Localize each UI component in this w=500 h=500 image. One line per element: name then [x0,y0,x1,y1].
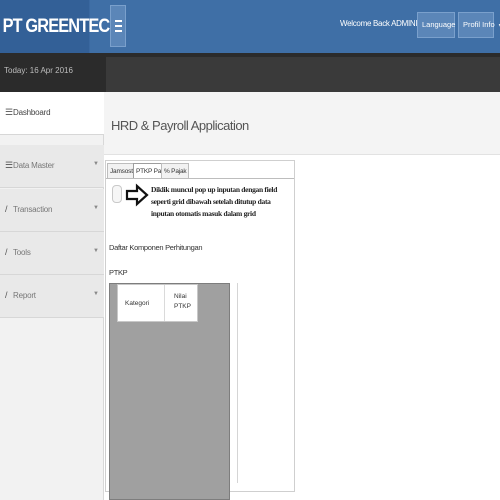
toolbar-strip [106,57,500,92]
section-title: Daftar Komponen Perhitungan [109,243,203,252]
profile-dropdown[interactable]: Profil Info▼ [458,12,500,38]
list-icon: ☰ [5,107,14,117]
content-header: HRD & Payroll Application [104,92,500,155]
sidebar-item-label: Dashboard [13,108,51,117]
pencil-icon: / [5,290,8,300]
language-dropdown[interactable]: Language▼ [417,12,463,38]
page-title: HRD & Payroll Application [111,118,249,133]
top-navbar: PT GREENTECH Welcome Back ADMINISTRATOR … [0,0,500,53]
list-icon: ☰ [5,160,14,170]
app-brand[interactable]: PT GREENTECH [0,0,121,53]
grid-column-divider [164,285,165,321]
sidebar-item-transaction[interactable]: / Transaction ▼ [0,189,104,232]
arrow-right-icon [125,183,149,207]
chevron-down-icon: ▼ [93,248,99,254]
today-date: Today: 16 Apr 2016 [4,66,73,75]
tab-persen-pajak[interactable]: % Pajak [161,163,190,178]
sidebar-item-data-master[interactable]: ☰ Data Master ▼ [0,145,104,188]
add-popup-button[interactable] [112,185,122,203]
date-bar: Today: 16 Apr 2016 [0,53,500,92]
subsection-title: PTKP [109,268,128,277]
sidebar-item-label: Data Master [13,161,55,170]
annotation-note: Diklik muncul pop up inputan dengan fiel… [151,185,278,218]
chevron-down-icon: ▼ [93,291,99,297]
pencil-icon: / [5,204,8,214]
profile-label: Profil Info [463,20,495,29]
sidebar-item-label: Tools [13,248,31,257]
sidebar-item-report[interactable]: / Report ▼ [0,275,104,318]
sidebar: ☰ Dashboard ☰ Data Master ▼ / Transactio… [0,92,104,500]
chevron-down-icon: ▼ [93,205,99,211]
pencil-icon: / [5,247,8,257]
tab-divider [106,178,294,179]
sidebar-item-label: Report [13,291,36,300]
column-header-kategori[interactable]: Kategori [125,300,149,307]
date-panel: Today: 16 Apr 2016 [0,53,104,92]
sidebar-item-dashboard[interactable]: ☰ Dashboard [0,92,104,135]
column-header-nilai-ptkp[interactable]: Nilai PTKP [174,292,191,312]
sidebar-item-tools[interactable]: / Tools ▼ [0,232,104,275]
language-label: Language [422,20,456,29]
sidebar-item-label: Transaction [13,205,53,214]
chevron-down-icon: ▼ [93,161,99,167]
grid-edge [237,283,238,483]
sidebar-toggle-button[interactable] [110,5,126,47]
